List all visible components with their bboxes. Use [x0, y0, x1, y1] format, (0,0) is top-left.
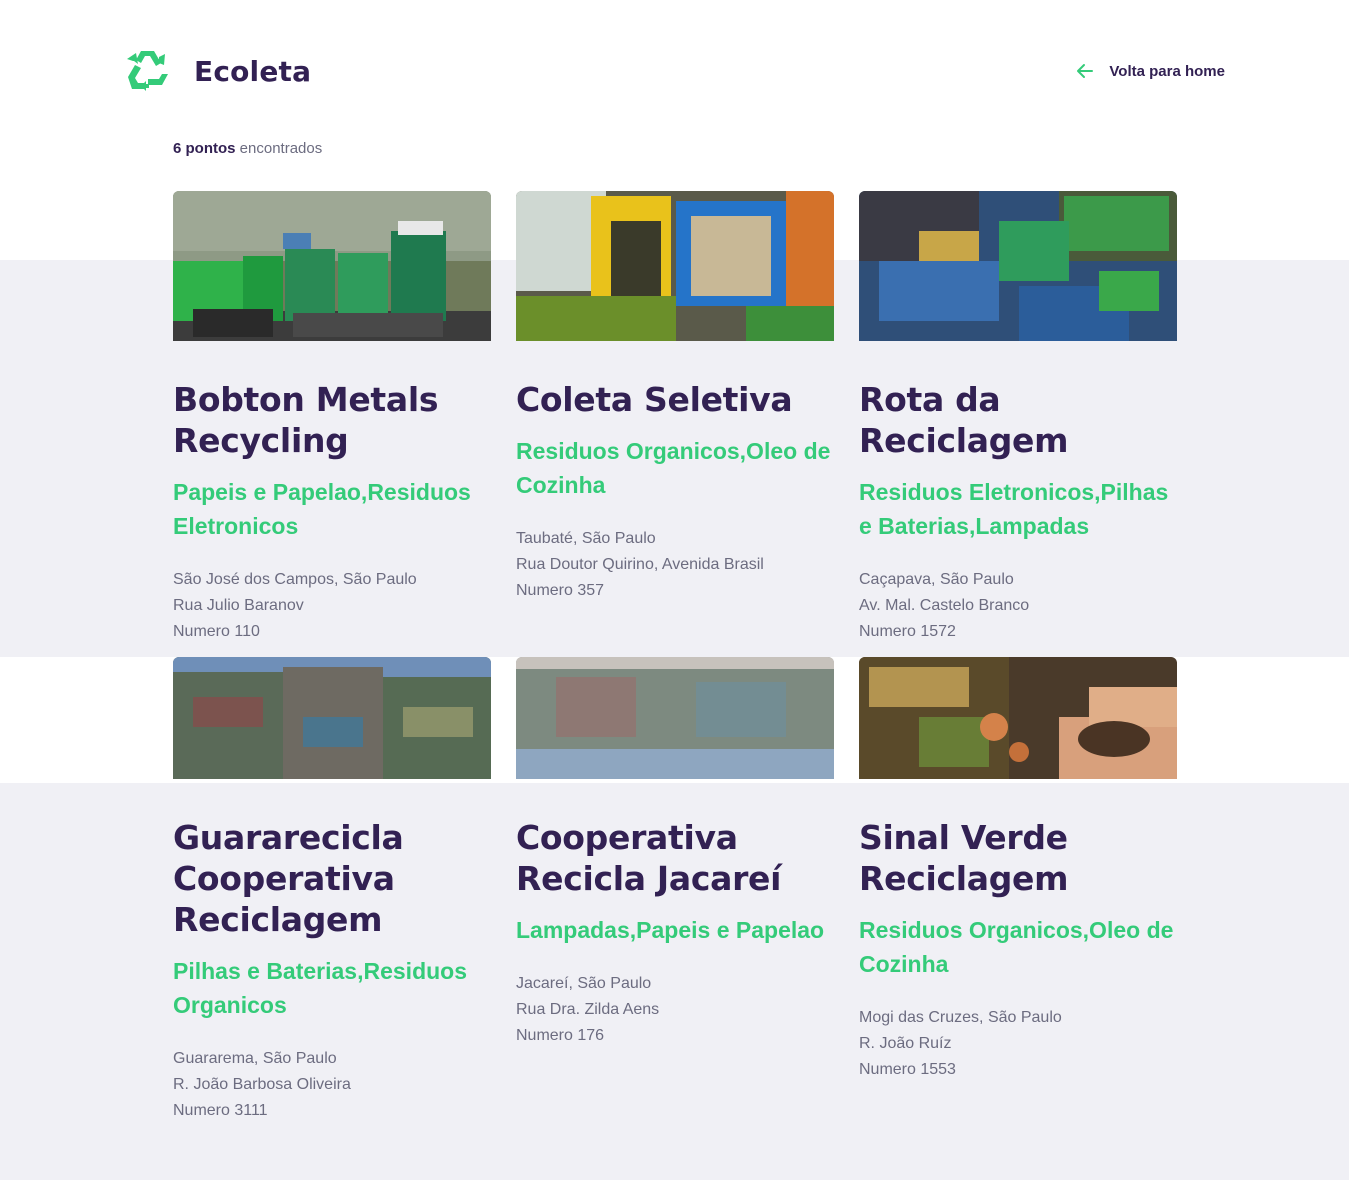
point-name: Cooperativa Recicla Jacareí — [516, 818, 782, 898]
point-address: Caçapava, São Paulo Av. Mal. Castelo Bra… — [859, 567, 1177, 645]
point-number: Numero 3111 — [173, 1102, 268, 1119]
page: Ecoleta Volta para home 6 pontos encontr… — [0, 0, 1349, 1180]
point-image — [516, 657, 834, 779]
point-street: Rua Julio Baranov — [173, 597, 304, 614]
point-card[interactable]: Sinal Verde Reciclagem Residuos Organico… — [859, 657, 1177, 1157]
point-card[interactable]: Cooperativa Recicla Jacareí Lampadas,Pap… — [516, 657, 834, 1157]
point-city: Guararema, São Paulo — [173, 1050, 337, 1067]
point-street: Rua Dra. Zilda Aens — [516, 1001, 660, 1018]
point-name: Bobton Metals Recycling — [173, 380, 439, 460]
point-address: Taubaté, São Paulo Rua Doutor Quirino, A… — [516, 526, 834, 604]
results-count-number: 6 pontos — [173, 140, 236, 157]
point-image — [173, 657, 491, 779]
point-name: Coleta Seletiva — [516, 380, 793, 419]
point-address: Jacareí, São Paulo Rua Dra. Zilda Aens N… — [516, 971, 834, 1049]
point-number: Numero 110 — [173, 623, 260, 640]
point-address: São José dos Campos, São Paulo Rua Julio… — [173, 567, 491, 645]
point-street: R. João Barbosa Oliveira — [173, 1076, 351, 1093]
point-city: São José dos Campos, São Paulo — [173, 571, 417, 588]
point-name: Rota da Reciclagem — [859, 380, 1069, 460]
points-grid: Bobton Metals Recycling Papeis e Papelao… — [173, 191, 1177, 1157]
point-card[interactable]: Rota da Reciclagem Residuos Eletronicos,… — [859, 191, 1177, 657]
app-title: Ecoleta — [194, 54, 312, 88]
point-number: Numero 1553 — [859, 1061, 956, 1078]
point-card[interactable]: Guararecicla Cooperativa Reciclagem Pilh… — [173, 657, 491, 1157]
logo[interactable]: Ecoleta — [124, 47, 311, 95]
point-items: Papeis e Papelao,Residuos Eletronicos — [173, 479, 471, 539]
point-image — [516, 191, 834, 341]
point-items: Residuos Organicos,Oleo de Cozinha — [859, 917, 1174, 977]
point-name: Sinal Verde Reciclagem — [859, 818, 1069, 898]
point-address: Mogi das Cruzes, São Paulo R. João Ruíz … — [859, 1005, 1177, 1083]
point-street: R. João Ruíz — [859, 1035, 952, 1052]
point-city: Mogi das Cruzes, São Paulo — [859, 1009, 1062, 1026]
point-items: Pilhas e Baterias,Residuos Organicos — [173, 958, 468, 1018]
point-items: Residuos Eletronicos,Pilhas e Baterias,L… — [859, 479, 1169, 539]
point-items: Residuos Organicos,Oleo de Cozinha — [516, 438, 831, 498]
point-number: Numero 1572 — [859, 623, 956, 640]
point-name: Guararecicla Cooperativa Reciclagem — [173, 818, 404, 939]
point-city: Jacareí, São Paulo — [516, 975, 652, 992]
point-number: Numero 357 — [516, 582, 605, 599]
header: Ecoleta Volta para home — [124, 44, 1225, 98]
point-city: Taubaté, São Paulo — [516, 530, 656, 547]
back-home-link[interactable]: Volta para home — [1075, 61, 1225, 81]
back-home-label: Volta para home — [1109, 62, 1225, 80]
point-address: Guararema, São Paulo R. João Barbosa Oli… — [173, 1046, 491, 1124]
point-image — [859, 657, 1177, 779]
point-city: Caçapava, São Paulo — [859, 571, 1014, 588]
point-street: Rua Doutor Quirino, Avenida Brasil — [516, 556, 764, 573]
point-items: Lampadas,Papeis e Papelao — [516, 917, 825, 943]
point-image — [859, 191, 1177, 341]
arrow-left-icon — [1077, 64, 1094, 78]
point-street: Av. Mal. Castelo Branco — [859, 597, 1030, 614]
point-card[interactable]: Coleta Seletiva Residuos Organicos,Oleo … — [516, 191, 834, 657]
results-count: 6 pontos encontrados — [173, 140, 322, 157]
recycle-icon — [127, 51, 168, 91]
results-count-text: encontrados — [235, 140, 323, 157]
point-image — [173, 191, 491, 341]
point-number: Numero 176 — [516, 1027, 605, 1044]
point-card[interactable]: Bobton Metals Recycling Papeis e Papelao… — [173, 191, 491, 657]
